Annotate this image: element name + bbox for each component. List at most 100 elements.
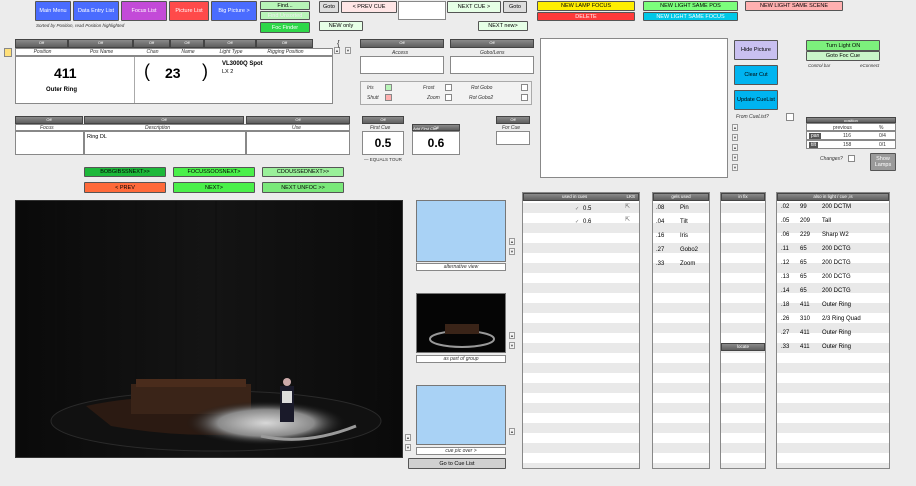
check-frost-box[interactable] [445, 84, 452, 91]
add-first-field[interactable]: 0.6 [412, 131, 460, 155]
also-in-row-desc: Outer Ring [822, 344, 852, 350]
goto-cue-list-button[interactable]: Go to Cue List [408, 458, 506, 469]
next-cue-button[interactable]: NEXT CUE > [447, 1, 501, 13]
check-iris-label: Iris [367, 85, 374, 91]
access-field[interactable] [360, 56, 444, 74]
delete-button[interactable]: DELETE [537, 12, 635, 21]
new-lamp-focus-button[interactable]: NEW LAMP FOCUS [537, 1, 635, 11]
next-button[interactable]: NEXT> [173, 182, 255, 193]
header-rigging: Off [256, 39, 313, 48]
find-unsorted-button[interactable]: Find Unsorted [260, 11, 310, 20]
prev-button[interactable]: < PREV [84, 182, 166, 193]
gel-row-3[interactable]: .16 [656, 233, 664, 239]
also-in-row-cue[interactable]: .26 [781, 316, 789, 322]
data-entry-list-button[interactable]: Data Entry List [73, 1, 119, 21]
fixture-scroll-up[interactable]: ▲ [334, 47, 340, 54]
thumb1-scroll-down[interactable]: ▼ [509, 248, 515, 255]
big-picture-button[interactable]: Big Picture > [211, 1, 257, 21]
notes-arrow-2[interactable]: ▼ [732, 134, 738, 141]
thumb-cue-pic[interactable] [416, 385, 506, 445]
new-light-same-scene-button[interactable]: NEW LIGHT SAME SCENE [745, 1, 843, 11]
new-light-same-pos-button[interactable]: NEW LIGHT SAME POS [643, 1, 738, 11]
gel-row-4-name: Gobo2 [680, 247, 698, 253]
first-cue-field[interactable]: 0.5 [362, 131, 404, 155]
locate-bar[interactable]: locate [721, 343, 765, 351]
main-menu-button[interactable]: Main Menu [35, 1, 71, 21]
gel-row-2[interactable]: .04 [656, 219, 664, 225]
also-in-row-cue[interactable]: .27 [781, 330, 789, 336]
use-field[interactable] [246, 131, 350, 155]
gel-row-5[interactable]: .33 [656, 261, 664, 267]
check-rotgobo2-box[interactable] [521, 94, 528, 101]
step-button-1[interactable]: BOBGIBSSNEXT>> [84, 167, 166, 177]
also-in-row-cue[interactable]: .14 [781, 288, 789, 294]
photo-scroll-up[interactable]: ▲ [405, 434, 411, 441]
also-in-row-cue[interactable]: .33 [781, 344, 789, 350]
step-button-3[interactable]: CDOUSSEDNEXT>> [262, 167, 344, 177]
notes-arrow-5[interactable]: ▼ [732, 164, 738, 171]
also-in-row-cue[interactable]: .12 [781, 260, 789, 266]
also-in-row-cue[interactable]: .11 [781, 246, 789, 252]
focus-field[interactable] [15, 131, 84, 155]
notes-arrow-1[interactable]: ▲ [732, 124, 738, 131]
also-in-row-cue[interactable]: .06 [781, 232, 789, 238]
thumb1-scroll-up[interactable]: ▲ [509, 238, 515, 245]
next-unfoc-button[interactable]: NEXT UNFOC >> [262, 182, 344, 193]
goto-cue-button[interactable]: Goto [319, 1, 339, 13]
cue-row-2[interactable]: 0.6 [583, 219, 591, 225]
also-in-row-cue[interactable]: .18 [781, 302, 789, 308]
cue-row-1[interactable]: 0.5 [583, 206, 591, 212]
hide-picture-button[interactable]: Hide Picture [734, 40, 778, 60]
row-indicator [4, 48, 12, 57]
thumb3-scroll-up[interactable]: ▲ [509, 428, 515, 435]
for-cue-field[interactable] [496, 131, 530, 145]
thumb2-scroll-down[interactable]: ▼ [509, 342, 515, 349]
check-shutt-label: Shutt [367, 95, 379, 101]
find-button[interactable]: Find... [260, 1, 310, 10]
new-light-same-focus-button[interactable]: NEW LIGHT SAME FOCUS [643, 12, 738, 21]
thumb-as-part-of-group[interactable] [416, 293, 506, 353]
fixture-scroll-down[interactable]: ▼ [345, 47, 351, 54]
gel-row-1[interactable]: .08 [656, 205, 664, 211]
also-in-row-cue[interactable]: .02 [781, 204, 789, 210]
thumb-alternative-view[interactable] [416, 200, 506, 262]
update-cuelist-button[interactable]: Update CueList [734, 90, 778, 110]
show-lamps-button[interactable]: Show Lamps [870, 153, 896, 171]
from-cuelist-checkbox[interactable] [786, 113, 794, 121]
prev-cue-button[interactable]: < PREV CUE [341, 1, 397, 13]
gel-row-2-num: .04 [656, 219, 665, 225]
description-field[interactable]: Ring DL [84, 131, 246, 155]
foc-finder-button[interactable]: Foc Finder [260, 22, 310, 33]
thumb2-scroll-up[interactable]: ▲ [509, 332, 515, 339]
gel-row-4[interactable]: .27 [656, 247, 664, 253]
label-rigging: Rigging Position [267, 49, 304, 55]
thumb-group-graphic [429, 324, 495, 348]
gobo-field[interactable] [450, 56, 534, 74]
picture-notes-panel[interactable] [540, 38, 728, 178]
check-rotgobo-box[interactable] [521, 84, 528, 91]
goto-cue-button-2[interactable]: Goto [503, 1, 527, 13]
check-zoom-box[interactable] [445, 94, 452, 101]
notes-arrow-4[interactable]: ▼ [732, 154, 738, 161]
also-in-row-cue[interactable]: .05 [781, 218, 789, 224]
cue-display [398, 1, 446, 20]
changes-checkbox[interactable] [848, 155, 855, 162]
also-in-row-cue[interactable]: .13 [781, 274, 789, 280]
check-shutt-box[interactable] [385, 94, 392, 101]
header-light-type: Off [204, 39, 256, 48]
also-in-row-chan: 411 [800, 330, 810, 336]
next-new-button[interactable]: NEXT new> [478, 21, 528, 31]
step-button-2[interactable]: FOCUSSOOSNEXT> [173, 167, 255, 177]
check-iris-box[interactable] [385, 84, 392, 91]
goto-foc-cue-button[interactable]: Goto Foc Cue [806, 51, 880, 61]
picture-list-button[interactable]: Picture List [169, 1, 209, 21]
turn-light-on-button[interactable]: Turn Light ON [806, 40, 880, 51]
notes-arrow-3[interactable]: ▲ [732, 144, 738, 151]
cue-row-2-link[interactable]: ⇱ [625, 216, 630, 223]
cue-row-1-val: 0.5 [583, 206, 592, 212]
new-only-button[interactable]: NEW only [319, 21, 363, 31]
clear-cut-button[interactable]: Clear Cut [734, 65, 778, 85]
focus-list-button[interactable]: Focus List [121, 1, 167, 21]
photo-scroll-down[interactable]: ▼ [405, 444, 411, 451]
cue-row-1-link[interactable]: ⇱ [625, 203, 630, 210]
